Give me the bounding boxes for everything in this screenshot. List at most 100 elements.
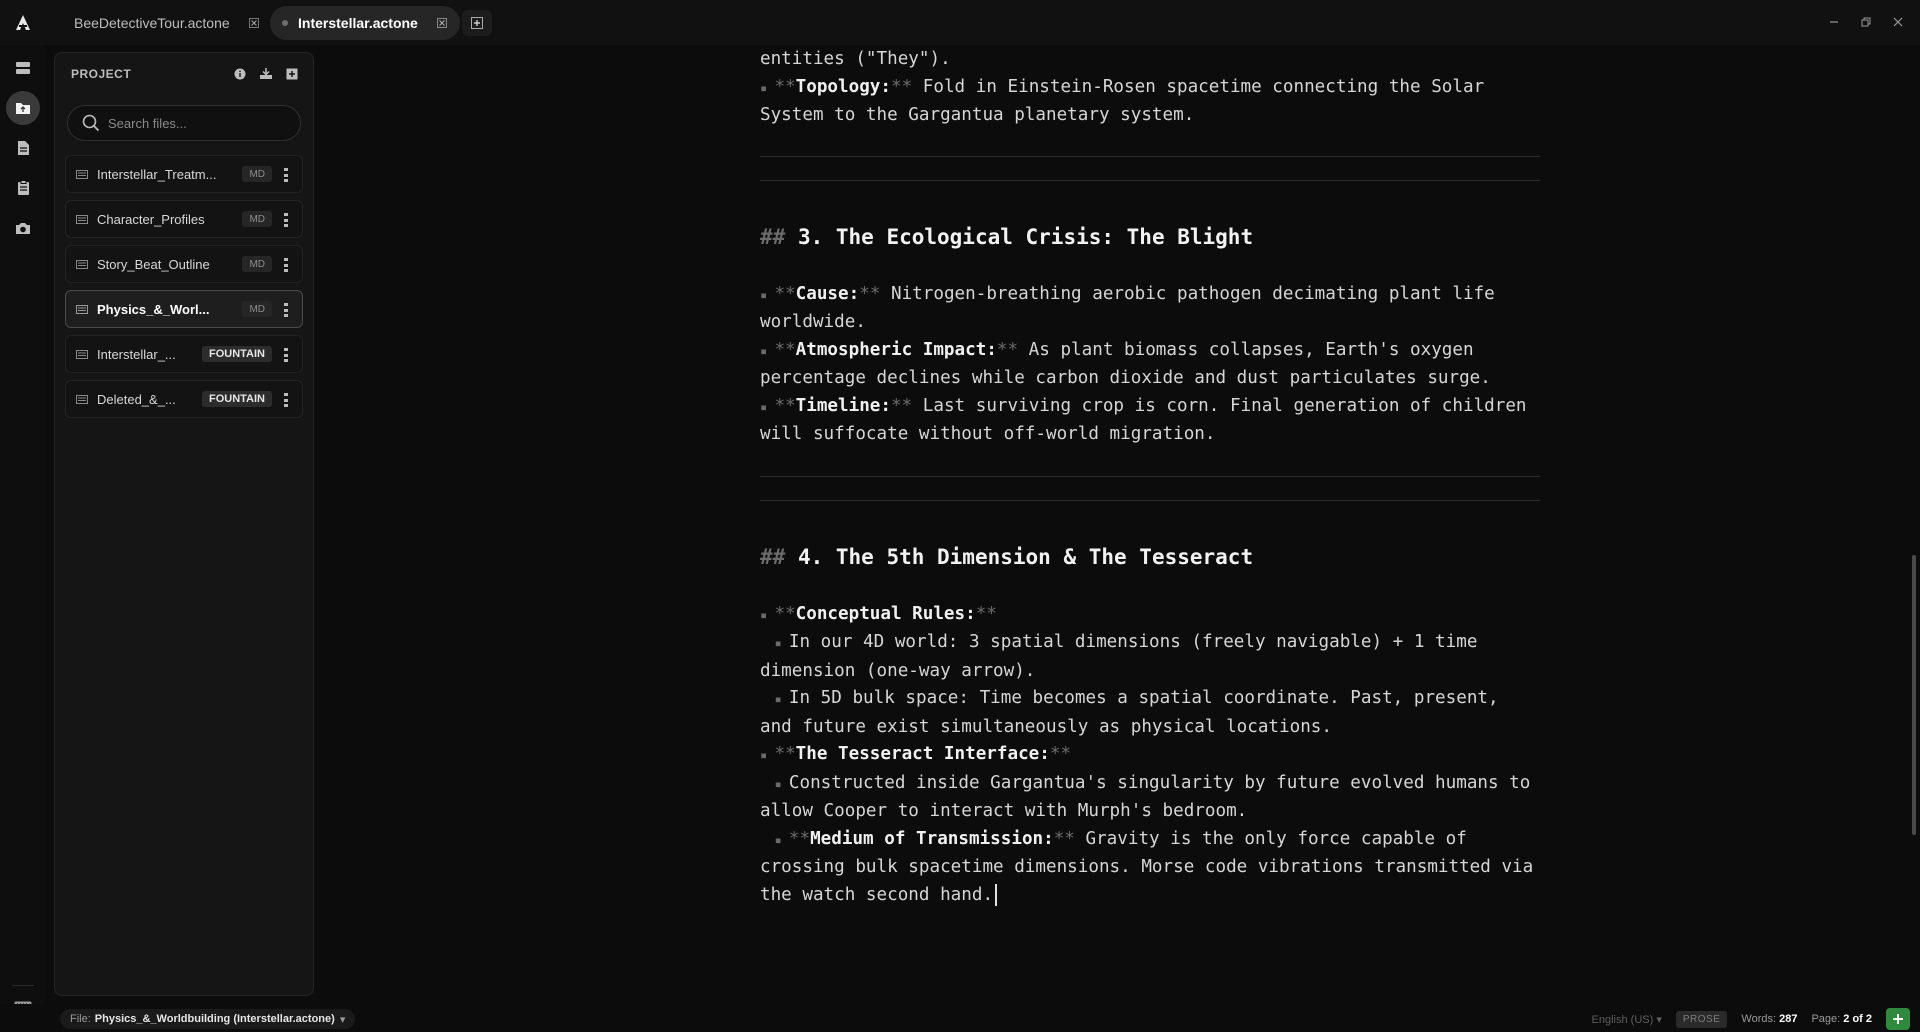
file-icon: [76, 259, 88, 269]
current-file-selector[interactable]: File: Physics_&_Worldbuilding (Interstel…: [60, 1009, 356, 1029]
file-type-badge: MD: [242, 301, 272, 317]
editor-subbullet: ▪ In our 4D world: 3 spatial dimensions …: [760, 632, 1489, 681]
close-icon[interactable]: [248, 17, 260, 29]
editor-bullet-tesseract-interface: ▪ **The Tesseract Interface:**: [760, 744, 1072, 764]
file-item-story-beat-outline[interactable]: Story_Beat_Outline MD: [65, 245, 303, 283]
file-prefix-label: File:: [70, 1013, 91, 1025]
mode-badge[interactable]: PROSE: [1675, 1010, 1728, 1028]
markdown-editor[interactable]: entities ("They"). ▪ **Topology:** Fold …: [760, 45, 1540, 990]
file-type-badge: MD: [242, 256, 272, 272]
tab-interstellar[interactable]: Interstellar.actone: [270, 6, 460, 40]
editor-subbullet: ▪ Constructed inside Gargantua's singula…: [760, 772, 1540, 822]
file-icon: [76, 169, 88, 179]
horizontal-rule: [760, 155, 1540, 157]
editor-bullet-topology: ▪ **Topology:** Fold in Einstein-Rosen s…: [760, 76, 1495, 126]
document-icon[interactable]: [6, 131, 40, 165]
clipboard-icon[interactable]: [6, 171, 40, 205]
folder-icon[interactable]: [6, 91, 40, 125]
status-bar: File: Physics_&_Worldbuilding (Interstel…: [0, 1004, 1920, 1032]
plus-icon: [1893, 1014, 1903, 1024]
activity-rail: [0, 45, 46, 1032]
bullet-icon: ▪: [760, 776, 789, 791]
scrollbar-thumb[interactable]: [1912, 555, 1916, 835]
horizontal-rule: [760, 499, 1540, 501]
more-options-icon[interactable]: [284, 303, 288, 317]
new-tab-button[interactable]: [462, 10, 492, 36]
bullet-icon: ▪: [760, 399, 775, 414]
new-file-icon[interactable]: [283, 65, 301, 83]
file-item-deleted-scenes[interactable]: Deleted_&_... FOUNTAIN: [65, 380, 303, 418]
minimize-button[interactable]: [1824, 12, 1844, 32]
bullet-icon: ▪: [760, 748, 775, 762]
status-right: English (US) ▾ PROSE Words: 287 Page: 2 …: [1592, 1008, 1910, 1030]
import-icon[interactable]: [257, 65, 275, 83]
bullet-icon: ▪: [760, 607, 775, 622]
file-item-interstellar-screenplay[interactable]: Interstellar_... FOUNTAIN: [65, 335, 303, 373]
language-selector[interactable]: English (US) ▾: [1592, 1013, 1662, 1026]
file-icon: [76, 304, 88, 314]
more-options-icon[interactable]: [284, 213, 288, 227]
search-input[interactable]: [108, 115, 288, 131]
rail-divider: [12, 985, 34, 986]
bullet-icon: ▪: [760, 80, 775, 95]
close-icon: [1893, 17, 1903, 27]
page-indicator: Page: 2 of 2: [1811, 1013, 1872, 1025]
more-options-icon[interactable]: [284, 348, 288, 362]
editor-bullet-atmospheric: ▪ **Atmospheric Impact:** As plant bioma…: [760, 339, 1491, 389]
layers-icon[interactable]: [6, 51, 40, 85]
project-panel: PROJECT Interstellar_Treatm... MD: [54, 52, 314, 996]
chevron-down-icon: ▾: [339, 1013, 346, 1026]
file-list: Interstellar_Treatm... MD Character_Prof…: [65, 155, 303, 425]
unsaved-dot-icon: [282, 20, 288, 26]
plus-icon: [471, 17, 483, 29]
file-icon: [76, 214, 88, 224]
bullet-icon: ▪: [760, 832, 789, 847]
file-type-badge: MD: [242, 166, 272, 182]
panel-title: PROJECT: [71, 67, 132, 81]
search-box[interactable]: [67, 105, 301, 141]
panel-actions: [231, 65, 301, 83]
actone-logo-icon[interactable]: [10, 10, 36, 36]
editor-scrollbar[interactable]: [1908, 45, 1920, 1000]
editor-bullet-conceptual-rules: ▪ **Conceptual Rules:**: [760, 603, 997, 624]
bullet-icon: ▪: [760, 287, 775, 302]
title-bar: BeeDetectiveTour.actone Interstellar.act…: [0, 0, 1920, 45]
file-type-badge: MD: [242, 211, 272, 227]
app-window: BeeDetectiveTour.actone Interstellar.act…: [0, 0, 1920, 1032]
file-name: Physics_&_Worl...: [97, 301, 210, 317]
file-name: Deleted_&_...: [97, 391, 176, 407]
maximize-button[interactable]: [1856, 12, 1876, 32]
word-count: Words: 287: [1741, 1013, 1798, 1025]
heading-3-ecological-crisis: ## 3. The Ecological Crisis: The Blight: [760, 224, 1254, 249]
minimize-icon: [1830, 21, 1838, 23]
tab-beedetectivetour[interactable]: BeeDetectiveTour.actone: [62, 6, 272, 40]
more-options-icon[interactable]: [284, 258, 288, 272]
add-button[interactable]: [1886, 1008, 1910, 1030]
search-icon: [82, 114, 100, 132]
more-options-icon[interactable]: [284, 393, 288, 407]
restore-icon: [1861, 17, 1871, 27]
bullet-icon: ▪: [760, 343, 775, 358]
chevron-down-icon: ▾: [1656, 1013, 1662, 1026]
heading-4-tesseract: ## 4. The 5th Dimension & The Tesseract: [760, 544, 1254, 569]
file-type-badge: FOUNTAIN: [201, 391, 272, 407]
text-cursor: [995, 883, 998, 906]
editor-bullet-timeline: ▪ **Timeline:** Last surviving crop is c…: [760, 395, 1538, 445]
file-name: Story_Beat_Outline: [97, 256, 210, 272]
more-options-icon[interactable]: [284, 168, 288, 182]
editor-line: entities ("They").: [760, 49, 951, 69]
file-type-badge: FOUNTAIN: [201, 346, 272, 362]
camera-icon[interactable]: [6, 211, 40, 245]
editor-subbullet-medium: ▪ **Medium of Transmission:** Gravity is…: [760, 828, 1534, 906]
file-item-character-profiles[interactable]: Character_Profiles MD: [65, 200, 303, 238]
file-item-physics-worldbuilding[interactable]: Physics_&_Worl... MD: [65, 290, 303, 328]
tab-label: BeeDetectiveTour.actone: [74, 15, 230, 31]
file-name: Interstellar_Treatm...: [97, 166, 217, 182]
close-icon[interactable]: [436, 17, 448, 29]
bullet-icon: ▪: [760, 636, 789, 650]
editor-bullet-cause: ▪ **Cause:** Nitrogen-breathing aerobic …: [760, 283, 1506, 333]
info-icon[interactable]: [231, 65, 249, 83]
horizontal-rule: [760, 475, 1540, 477]
file-item-interstellar-treatment[interactable]: Interstellar_Treatm... MD: [65, 155, 303, 193]
close-window-button[interactable]: [1888, 12, 1908, 32]
